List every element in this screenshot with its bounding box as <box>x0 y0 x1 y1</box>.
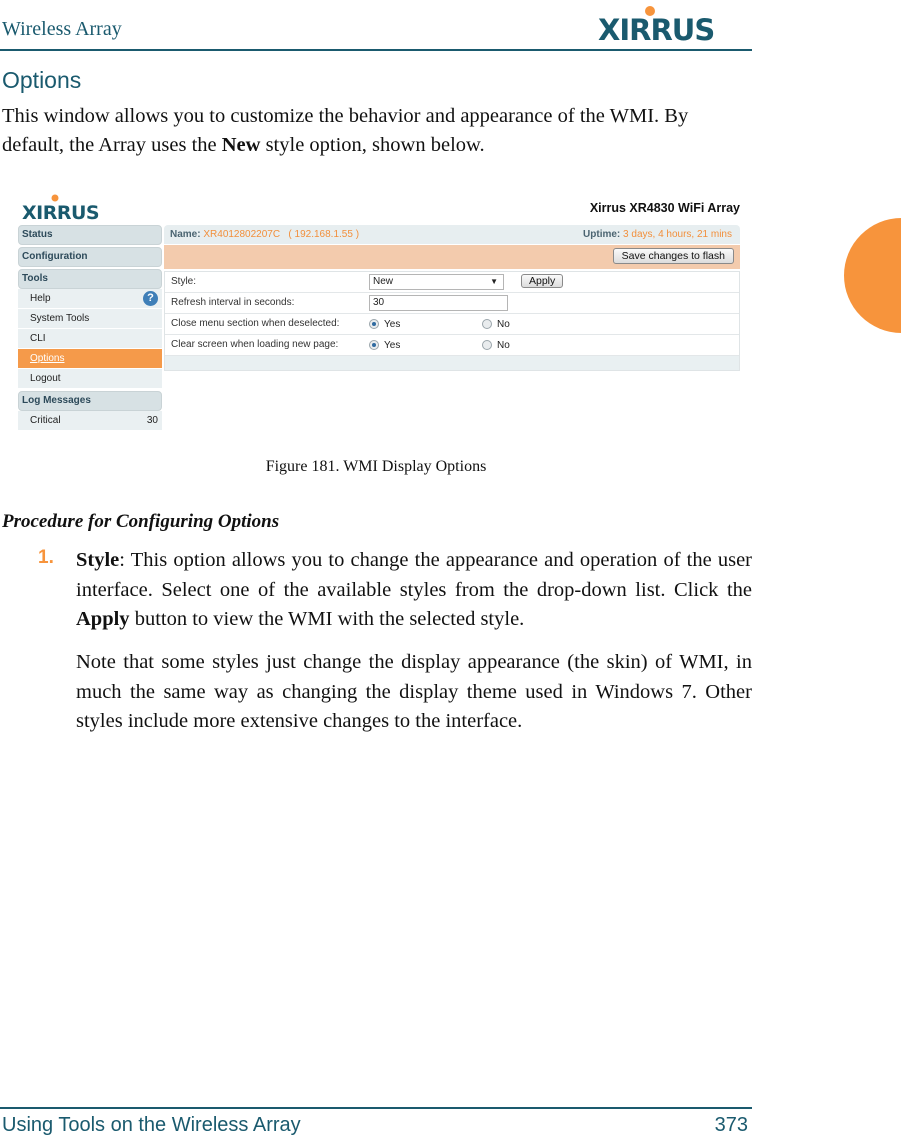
name-label: Name: <box>170 229 201 240</box>
sidebar-tools[interactable]: Tools <box>18 269 162 289</box>
wmi-logo-text: XIRRUS <box>22 202 99 222</box>
save-to-flash-button[interactable]: Save changes to flash <box>612 248 734 264</box>
form-footer-band <box>165 356 739 370</box>
logo-text: XIRRUS <box>598 13 714 44</box>
sidebar-configuration[interactable]: Configuration <box>18 247 162 267</box>
style-row: Style: New ▼ Apply <box>165 272 739 293</box>
footer-chapter: Using Tools on the Wireless Array <box>2 1114 301 1136</box>
close-menu-no[interactable]: No <box>482 318 510 330</box>
sidebar-status[interactable]: Status <box>18 225 162 245</box>
header-rule <box>0 49 752 51</box>
clear-screen-row: Clear screen when loading new page: Yes … <box>165 335 739 356</box>
header-title: Wireless Array <box>2 18 122 40</box>
clear-screen-yes[interactable]: Yes <box>369 339 400 351</box>
clear-screen-no[interactable]: No <box>482 339 510 351</box>
options-form: Style: New ▼ Apply Refresh interval in se… <box>164 271 740 371</box>
clear-screen-label: Clear screen when loading new page: <box>171 339 339 350</box>
refresh-row: Refresh interval in seconds: 30 <box>165 293 739 314</box>
sidebar-item-logout[interactable]: Logout <box>18 369 162 389</box>
page-number: 373 <box>714 1114 748 1136</box>
sidebar-log-messages[interactable]: Log Messages <box>18 391 162 411</box>
action-bar: Save changes to flash <box>164 245 740 269</box>
section-title: Options <box>2 67 82 93</box>
info-bar: Name: XR4012802207C ( 192.168.1.55 ) Upt… <box>164 225 740 244</box>
style-select[interactable]: New ▼ <box>369 274 504 290</box>
procedure-title: Procedure for Configuring Options <box>2 511 280 532</box>
figure-caption: Figure 181. WMI Display Options <box>265 458 487 475</box>
style-label: Style: <box>171 276 197 287</box>
apply-button[interactable]: Apply <box>521 274 564 288</box>
wmi-logo: XIRRUS <box>22 194 100 222</box>
wmi-sidebar: Status Configuration Tools Help? System … <box>18 225 162 431</box>
sidebar-item-help[interactable]: Help? <box>18 289 162 309</box>
intro-paragraph: This window allows you to customize the … <box>2 105 689 156</box>
uptime: Uptime: 3 days, 4 hours, 21 mins <box>583 229 732 240</box>
chapter-tab-marker <box>844 218 901 333</box>
radio-unselected-icon[interactable] <box>482 340 492 351</box>
xirrus-logo: XIRRUS <box>598 6 715 44</box>
critical-count: 30 <box>146 415 158 426</box>
footer-rule <box>0 1107 752 1109</box>
step-number: 1. <box>38 547 54 568</box>
sidebar-item-system-tools[interactable]: System Tools <box>18 309 162 329</box>
refresh-label: Refresh interval in seconds: <box>171 297 295 308</box>
uptime-value: 3 days, 4 hours, 21 mins <box>623 229 732 240</box>
note-paragraph: Note that some styles just change the di… <box>76 651 752 732</box>
wmi-screenshot-figure: XIRRUS Xirrus XR4830 WiFi Array Status C… <box>14 190 754 435</box>
product-name: Xirrus XR4830 WiFi Array <box>589 201 740 215</box>
name-value: XR4012802207C ( 192.168.1.55 ) <box>203 229 360 240</box>
chevron-down-icon: ▼ <box>490 277 498 286</box>
sidebar-item-critical[interactable]: Critical 30 <box>18 411 162 431</box>
sidebar-item-options[interactable]: Options <box>18 349 162 369</box>
wmi-main-panel: Name: XR4012802207C ( 192.168.1.55 ) Upt… <box>164 225 740 371</box>
close-menu-yes[interactable]: Yes <box>369 318 400 330</box>
help-icon[interactable]: ? <box>143 291 158 306</box>
radio-unselected-icon[interactable] <box>482 319 492 330</box>
sidebar-item-cli[interactable]: CLI <box>18 329 162 349</box>
refresh-interval-input[interactable]: 30 <box>369 295 508 311</box>
radio-selected-icon[interactable] <box>369 319 379 330</box>
radio-selected-icon[interactable] <box>369 340 379 351</box>
close-menu-label: Close menu section when deselected: <box>171 318 340 329</box>
step-1-paragraph: Style: This option allows you to change … <box>76 549 752 630</box>
close-menu-row: Close menu section when deselected: Yes … <box>165 314 739 335</box>
